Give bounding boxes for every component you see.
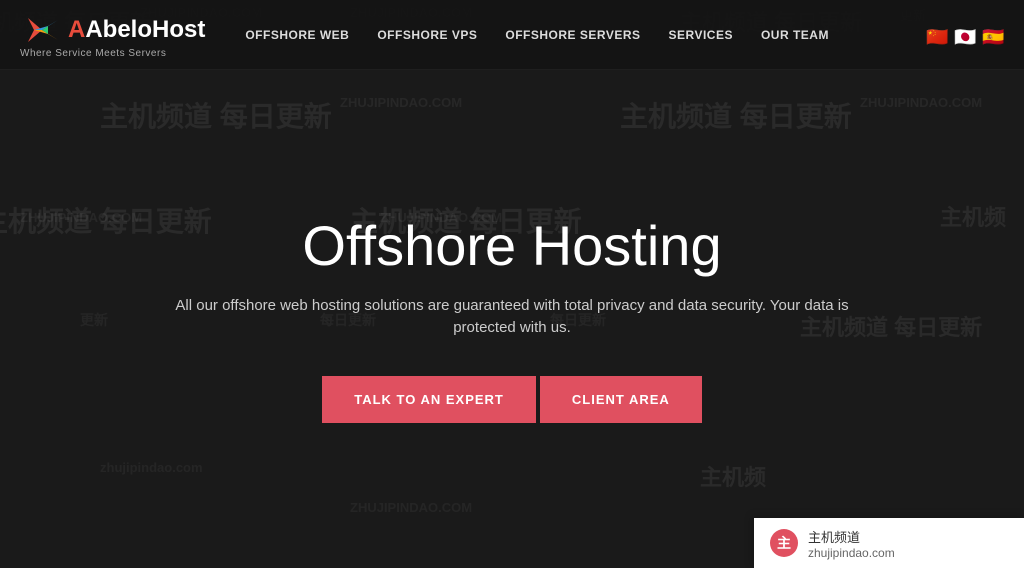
nav-services[interactable]: SERVICES	[669, 28, 733, 42]
nav-our-team[interactable]: OUR TEAM	[761, 28, 829, 42]
logo-area: AAbeloHost Where Service Meets Servers	[20, 10, 205, 59]
bottom-bar-url: zhujipindao.com	[808, 546, 895, 560]
logo-icon	[20, 10, 60, 50]
hero-title: Offshore Hosting	[302, 215, 721, 277]
flag-cn[interactable]: 🇨🇳	[926, 27, 948, 43]
bottom-bar-info: 主机频道 zhujipindao.com	[808, 527, 895, 560]
hero-buttons: TALK TO AN EXPERT CLIENT AREA	[322, 376, 702, 423]
logo-tagline: Where Service Meets Servers	[20, 48, 205, 59]
nav-offshore-vps[interactable]: OFFSHORE VPS	[377, 28, 477, 42]
talk-to-expert-button[interactable]: TALK TO AN EXPERT	[322, 376, 536, 423]
flag-es[interactable]: 🇪🇸	[982, 27, 1004, 43]
nav-offshore-web[interactable]: OFFSHORE WEB	[245, 28, 349, 42]
bottom-notification-bar: 主 主机频道 zhujipindao.com	[754, 518, 1024, 568]
bottom-bar-logo-icon: 主	[770, 529, 798, 557]
bottom-bar-site-name: 主机频道	[808, 527, 895, 546]
nav-offshore-servers[interactable]: OFFSHORE SERVERS	[505, 28, 640, 42]
flag-jp[interactable]: 🇯🇵	[954, 27, 976, 43]
nav-links: OFFSHORE WEB OFFSHORE VPS OFFSHORE SERVE…	[245, 28, 916, 42]
nav-flags: 🇨🇳 🇯🇵 🇪🇸	[926, 27, 1004, 43]
client-area-button[interactable]: CLIENT AREA	[540, 376, 702, 423]
logo-text: AAbeloHost	[68, 16, 205, 44]
hero-subtitle: All our offshore web hosting solutions a…	[162, 295, 862, 340]
navbar: AAbeloHost Where Service Meets Servers O…	[0, 0, 1024, 70]
logo-brand[interactable]: AAbeloHost	[20, 10, 205, 50]
hero-section: Offshore Hosting All our offshore web ho…	[0, 70, 1024, 568]
